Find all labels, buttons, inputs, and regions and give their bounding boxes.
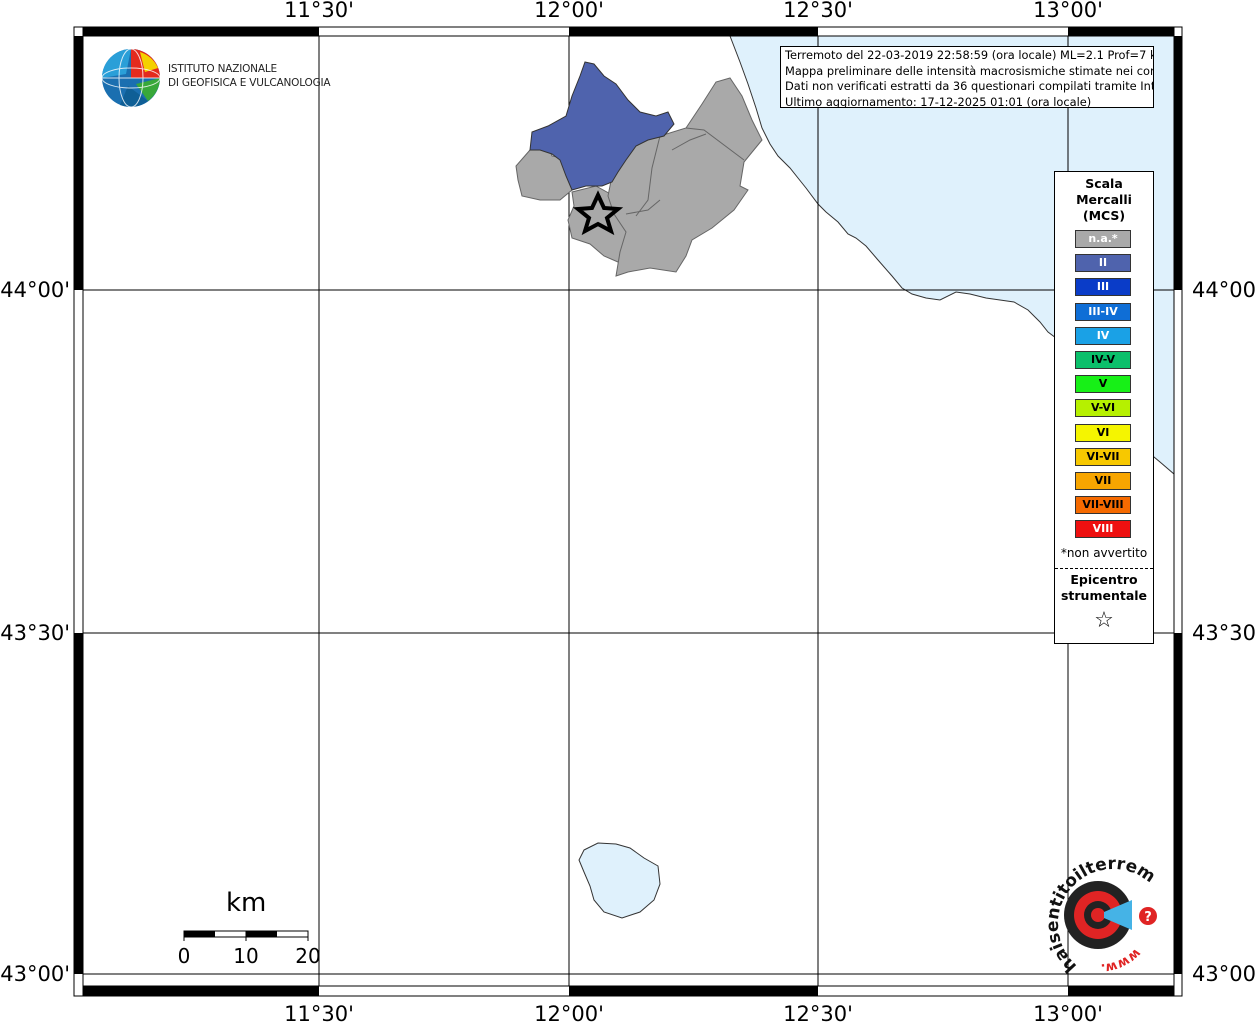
event-info-line2: Mappa preliminare delle intensità macros… [785, 63, 1154, 78]
legend-title-line1: Scala [1085, 176, 1123, 191]
legend-swatch: III-IV [1075, 302, 1131, 321]
ingv-logo-line2: DI GEOFISICA E VULCANOLOGIA [168, 77, 331, 89]
lat-tick-left-3: 43°00' [0, 962, 70, 986]
legend-title-line3: (MCS) [1082, 208, 1126, 223]
legend-epicenter-line1: Epicentro [1070, 572, 1138, 587]
haisentito-question-icon: ? [1144, 910, 1152, 925]
lon-tick-top-4: 13°00' [1033, 0, 1103, 22]
event-info-line1: Terremoto del 22-03-2019 22:58:59 (ora l… [785, 48, 1154, 62]
legend-title-line2: Mercalli [1076, 192, 1132, 207]
event-info-box: Terremoto del 22-03-2019 22:58:59 (ora l… [780, 46, 1154, 108]
event-info-line3: Dati non verificati estratti da 36 quest… [785, 79, 1154, 93]
lon-tick-bottom-3: 12°30' [783, 1002, 853, 1026]
legend-note: *non avvertito [1060, 546, 1148, 560]
legend-swatch: VII [1075, 472, 1131, 490]
legend-swatch: II [1075, 254, 1131, 273]
legend-epicenter-line2: strumentale [1060, 588, 1148, 603]
scale-bar-label-10: 10 [233, 944, 259, 968]
lon-tick-top-3: 12°30' [783, 0, 853, 22]
legend-swatch: VIII [1075, 520, 1131, 539]
lon-tick-top-2: 12°00' [534, 0, 604, 22]
lon-tick-top-1: 11°30' [284, 0, 354, 22]
haisentito-www-text: www. [1100, 945, 1143, 975]
legend-swatch: n.a.* [1075, 230, 1131, 248]
legend-swatch: V-VI [1075, 399, 1131, 418]
scale-bar-label-20: 20 [295, 944, 321, 968]
legend-title: Scala Mercalli (MCS) [1055, 176, 1153, 224]
scale-bar-title: km [226, 888, 267, 918]
ingv-logo-globe [101, 48, 161, 108]
legend-epicenter-star-icon: ☆ [1094, 608, 1114, 633]
lat-tick-right-2: 43°30' [1192, 621, 1256, 645]
mcs-legend: Scala Mercalli (MCS) n.a.* II III III-IV IV I… [1054, 171, 1154, 644]
lat-tick-left-1: 44°00' [0, 278, 70, 302]
scale-bar-label-0: 0 [177, 944, 191, 968]
haisentito-logo-text: haisentitoilterremoto.it www. ? [1030, 848, 1159, 976]
legend-swatch: VI [1075, 423, 1131, 442]
lon-tick-bottom-2: 12°00' [534, 1002, 604, 1026]
lat-tick-right-1: 44°00' [1192, 278, 1256, 302]
legend-epicenter: Epicentro strumentale ☆ [1055, 572, 1153, 635]
event-info-line4: Ultimo aggiornamento: 17-12-2025 01:01 (… [785, 94, 1092, 108]
lat-tick-right-3: 43°00' [1192, 962, 1256, 986]
ingv-logo-text: ISTITUTO NAZIONALE DI GEOFISICA E VULCAN… [168, 62, 331, 90]
legend-swatch: IV [1075, 326, 1131, 345]
ingv-logo-line1: ISTITUTO NAZIONALE [168, 63, 277, 75]
legend-swatch: III [1075, 278, 1131, 297]
lon-tick-bottom-4: 13°00' [1033, 1002, 1103, 1026]
lat-tick-left-2: 43°30' [0, 621, 70, 645]
lon-tick-bottom-1: 11°30' [284, 1002, 354, 1026]
legend-swatch: IV-V [1075, 351, 1131, 369]
legend-separator [1055, 568, 1153, 569]
legend-swatch: VII-VIII [1075, 496, 1131, 515]
legend-swatch: V [1075, 375, 1131, 394]
legend-swatch: VI-VII [1075, 447, 1131, 466]
